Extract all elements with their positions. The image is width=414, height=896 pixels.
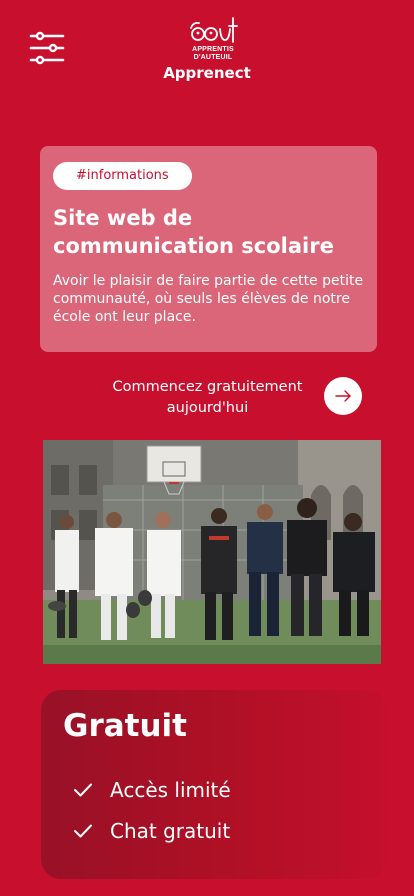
apprentis-d-auteuil-logo — [190, 17, 238, 43]
pricing-card[interactable]: Gratuit Accès limité Chat gratuit — [41, 690, 386, 879]
menu-button[interactable] — [29, 31, 65, 65]
feature-item: Chat gratuit — [63, 810, 364, 851]
feature-label: Chat gratuit — [110, 818, 231, 843]
logo-line2: D'AUTEUIL — [193, 54, 233, 61]
info-card: #informations Site web de communication … — [40, 146, 377, 352]
plan-title: Gratuit — [63, 708, 187, 744]
brand-logo[interactable]: APPRENTIS D'AUTEUIL — [184, 6, 242, 62]
card-description: Avoir le plaisir de faire partie de cett… — [53, 273, 364, 325]
feature-label: Accès limité — [110, 777, 231, 802]
check-icon — [73, 823, 93, 839]
logo-line1: APPRENTIS — [192, 46, 234, 53]
card-title: Site web de communication scolaire — [53, 206, 334, 258]
students-photo — [43, 440, 381, 664]
logo-text: APPRENTIS D'AUTEUIL — [192, 46, 234, 62]
feature-list: Accès limité Chat gratuit — [63, 769, 364, 851]
feature-item: Accès limité — [63, 769, 364, 810]
arrow-button[interactable] — [324, 377, 362, 415]
check-icon — [73, 782, 93, 798]
app-name: Apprenect — [163, 64, 251, 82]
informations-tag[interactable]: #informations — [53, 162, 192, 190]
sliders-icon — [29, 31, 65, 65]
arrow-right-icon — [335, 390, 351, 402]
get-started-label: Commencez gratuitement aujourd'hui — [112, 379, 303, 416]
get-started-button[interactable]: Commencez gratuitement aujourd'hui — [95, 376, 365, 418]
